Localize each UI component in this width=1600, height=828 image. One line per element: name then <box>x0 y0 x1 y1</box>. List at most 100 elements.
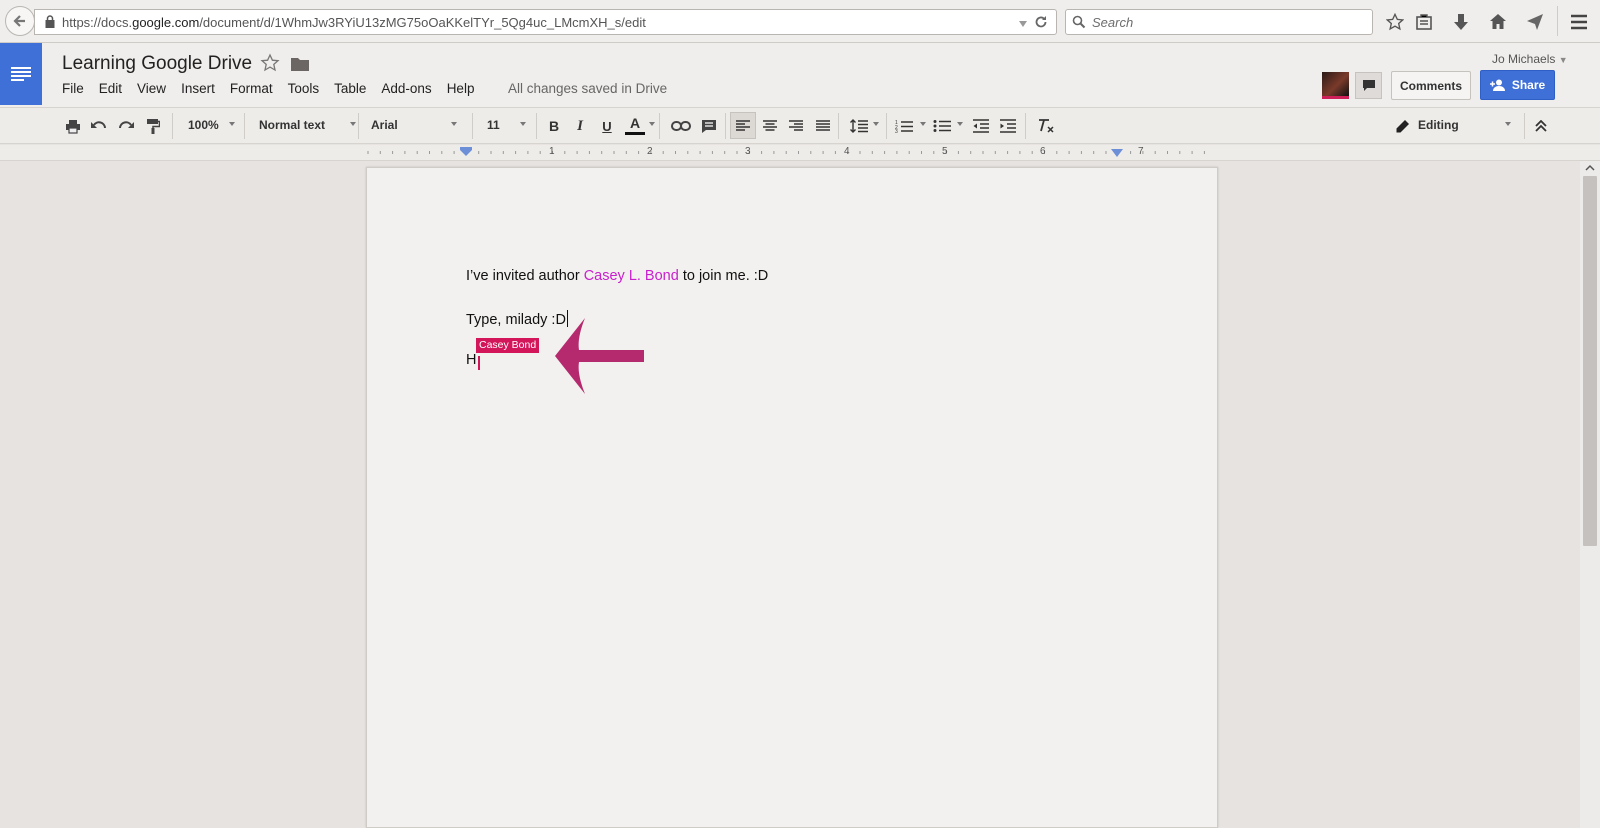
zoom-caret-icon[interactable] <box>229 122 235 126</box>
numbered-list-icon[interactable]: 123 <box>895 117 913 135</box>
zoom-select[interactable]: 100% <box>188 118 219 132</box>
paragraph-invitation[interactable]: I’ve invited author Casey L. Bond to joi… <box>466 268 768 284</box>
back-arrow-icon <box>13 15 25 27</box>
undo-icon[interactable] <box>90 117 108 135</box>
style-select[interactable]: Normal text <box>259 118 325 132</box>
home-icon[interactable] <box>1487 11 1509 33</box>
collaborator-label: Casey Bond <box>476 338 540 353</box>
paint-format-icon[interactable] <box>144 117 162 135</box>
ruler: 1 2 3 4 5 6 7 <box>0 145 1600 161</box>
insert-comment-icon[interactable] <box>700 117 718 135</box>
bulleted-list-icon[interactable] <box>933 117 951 135</box>
text-color-swatch <box>625 132 645 135</box>
comments-button[interactable]: Comments <box>1391 71 1471 100</box>
menu-tools[interactable]: Tools <box>288 81 320 96</box>
font-size-caret-icon[interactable] <box>520 122 526 126</box>
text-run: H <box>466 352 477 368</box>
document-page[interactable] <box>366 167 1218 828</box>
address-bar[interactable]: https://docs.google.com/document/d/1WhmJ… <box>34 9 1057 35</box>
text-color-letter: A <box>629 115 641 131</box>
redo-icon[interactable] <box>117 117 135 135</box>
folder-icon[interactable] <box>290 56 310 77</box>
download-icon[interactable] <box>1450 11 1472 33</box>
pencil-icon <box>1394 117 1410 135</box>
toolbar-separator <box>725 113 726 139</box>
toolbar-separator <box>536 113 537 139</box>
url-text: https://docs.google.com/document/d/1WhmJ… <box>62 15 646 30</box>
align-left-icon[interactable] <box>735 117 751 135</box>
toolbar-separator <box>1557 6 1558 36</box>
toolbar-separator <box>886 113 887 139</box>
reload-icon[interactable] <box>1034 15 1048 34</box>
back-button[interactable] <box>5 6 35 36</box>
style-caret-icon[interactable] <box>350 122 356 126</box>
ruler-label: 6 <box>1040 146 1046 157</box>
bookmarks-icon[interactable] <box>1413 11 1435 33</box>
text-color-button[interactable]: A <box>624 115 646 135</box>
scrollbar-thumb[interactable] <box>1583 176 1597 546</box>
decrease-indent-icon[interactable] <box>972 117 990 135</box>
collaborator-avatar[interactable] <box>1322 72 1349 99</box>
line-spacing-icon[interactable] <box>849 117 869 135</box>
star-icon[interactable] <box>260 53 280 78</box>
docs-header: Learning Google Drive File Edit View Ins… <box>0 43 1600 107</box>
toolbar-separator <box>1025 113 1026 139</box>
align-center-icon[interactable] <box>762 117 778 135</box>
text-run: to join me. :D <box>678 268 769 284</box>
text-color-caret-icon[interactable] <box>649 122 655 126</box>
menu-addons[interactable]: Add-ons <box>381 81 431 96</box>
link-icon[interactable] <box>670 117 692 135</box>
clear-formatting-icon[interactable] <box>1036 117 1056 135</box>
formatting-toolbar: 100% Normal text Arial 11 B I U A 12 3 E… <box>0 107 1600 144</box>
bookmark-star-icon[interactable] <box>1384 11 1406 33</box>
line-spacing-caret-icon[interactable] <box>873 122 879 126</box>
align-right-icon[interactable] <box>788 117 804 135</box>
scroll-up-icon[interactable] <box>1580 161 1600 175</box>
docs-logo-icon <box>11 67 31 81</box>
editing-mode-select[interactable]: Editing <box>1418 118 1459 132</box>
text-run: Type, milady :D <box>466 312 566 328</box>
document-title[interactable]: Learning Google Drive <box>62 53 252 75</box>
menu-bar: File Edit View Insert Format Tools Table… <box>62 81 489 96</box>
font-select[interactable]: Arial <box>371 118 398 132</box>
bulleted-list-caret-icon[interactable] <box>957 122 963 126</box>
browser-search-input[interactable]: Search <box>1065 9 1373 35</box>
menu-help[interactable]: Help <box>447 81 475 96</box>
menu-file[interactable]: File <box>62 81 84 96</box>
hamburger-menu-icon[interactable] <box>1568 11 1590 33</box>
italic-button[interactable]: I <box>573 117 587 135</box>
menu-insert[interactable]: Insert <box>181 81 215 96</box>
ruler-label: 3 <box>745 146 751 157</box>
menu-view[interactable]: View <box>137 81 166 96</box>
ruler-label: 1 <box>549 146 555 157</box>
history-dropdown-icon[interactable] <box>1018 16 1028 34</box>
font-caret-icon[interactable] <box>451 122 457 126</box>
ruler-ticks <box>367 151 1205 154</box>
menu-format[interactable]: Format <box>230 81 273 96</box>
menu-edit[interactable]: Edit <box>99 81 122 96</box>
search-icon <box>1072 15 1086 34</box>
print-icon[interactable] <box>64 117 82 135</box>
bold-button[interactable]: B <box>547 117 561 135</box>
docs-home-button[interactable] <box>0 43 42 105</box>
left-indent-marker-icon[interactable] <box>460 147 472 157</box>
toolbar-separator <box>659 113 660 139</box>
save-status[interactable]: All changes saved in Drive <box>508 81 667 96</box>
justify-icon[interactable] <box>815 117 831 135</box>
share-button[interactable]: Share <box>1480 70 1555 100</box>
numbered-list-caret-icon[interactable] <box>920 122 926 126</box>
send-icon[interactable] <box>1524 11 1546 33</box>
right-indent-marker-icon[interactable] <box>1111 149 1123 157</box>
increase-indent-icon[interactable] <box>999 117 1017 135</box>
svg-text:3: 3 <box>895 129 898 133</box>
collapse-menus-icon[interactable] <box>1533 117 1549 135</box>
font-size-select[interactable]: 11 <box>487 118 500 132</box>
paragraph-collaborator-typing[interactable]: H <box>466 352 476 368</box>
editing-mode-caret-icon[interactable] <box>1505 122 1511 126</box>
collaborator-cursor <box>478 356 480 370</box>
underline-button[interactable]: U <box>600 117 614 135</box>
paragraph-type-milady[interactable]: Type, milady :D <box>466 310 569 328</box>
chat-button[interactable] <box>1355 72 1382 99</box>
menu-table[interactable]: Table <box>334 81 366 96</box>
account-name[interactable]: Jo Michaels ▼ <box>1492 52 1568 66</box>
